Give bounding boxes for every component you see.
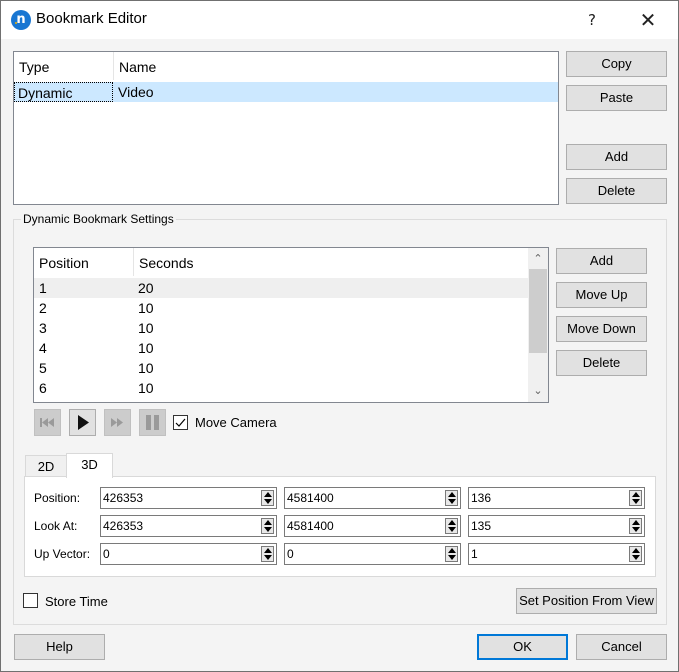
bookmark-row[interactable]: Dynamic Video — [14, 82, 558, 102]
look-at-z-value[interactable]: 135 — [471, 516, 491, 536]
bookmark-list[interactable]: Type Name Dynamic Video — [13, 51, 559, 205]
spin-arrows-icon[interactable] — [445, 546, 458, 562]
up-vector-y-value[interactable]: 0 — [287, 544, 294, 564]
skip-back-icon — [40, 418, 54, 427]
seconds-cell: 10 — [138, 380, 154, 396]
delete-bookmark-button[interactable]: Delete — [566, 178, 667, 204]
bookmark-editor-dialog: n Bookmark Editor ? ✕ Type Name Dynamic … — [0, 0, 679, 672]
look-at-y-field[interactable]: 4581400 — [284, 515, 461, 537]
fast-forward-button[interactable] — [104, 409, 131, 436]
title-bar: n Bookmark Editor ? ✕ — [1, 1, 678, 39]
close-button[interactable]: ✕ — [631, 5, 665, 35]
seconds-cell: 10 — [138, 300, 154, 316]
store-time-checkbox[interactable] — [23, 593, 38, 608]
up-vector-y-field[interactable]: 0 — [284, 543, 461, 565]
column-header-type[interactable]: Type — [14, 52, 114, 80]
position-z-value[interactable]: 136 — [471, 488, 491, 508]
bookmark-list-header: Type Name — [14, 52, 558, 80]
seconds-cell: 10 — [138, 340, 154, 356]
window-title: Bookmark Editor — [36, 10, 147, 27]
move-down-button[interactable]: Move Down — [556, 316, 647, 342]
position-row[interactable]: 6 10 — [34, 378, 528, 398]
dynamic-settings-label: Dynamic Bookmark Settings — [21, 212, 176, 226]
position-cell: 1 — [39, 280, 47, 296]
tab-3d[interactable]: 3D — [66, 453, 113, 478]
bookmark-type-cell: Dynamic — [14, 82, 113, 102]
look-at-x-field[interactable]: 426353 — [100, 515, 277, 537]
fast-forward-icon — [111, 418, 123, 427]
column-header-seconds[interactable]: Seconds — [134, 248, 528, 276]
scroll-up-icon[interactable]: ⌃ — [528, 249, 548, 269]
look-at-label: Look At: — [34, 519, 78, 533]
paste-button[interactable]: Paste — [566, 85, 667, 111]
spin-arrows-icon[interactable] — [629, 546, 642, 562]
position-cell: 2 — [39, 300, 47, 316]
delete-position-button[interactable]: Delete — [556, 350, 647, 376]
store-time-label: Store Time — [45, 594, 108, 609]
seconds-cell: 20 — [138, 280, 154, 296]
move-camera-label: Move Camera — [195, 415, 277, 430]
position-row[interactable]: 4 10 — [34, 338, 528, 358]
up-vector-label: Up Vector: — [34, 547, 91, 561]
scroll-down-icon[interactable]: ⌄ — [528, 381, 548, 401]
position-x-value[interactable]: 426353 — [103, 488, 143, 508]
play-button[interactable] — [69, 409, 96, 436]
position-row[interactable]: 3 10 — [34, 318, 528, 338]
up-vector-x-value[interactable]: 0 — [103, 544, 110, 564]
spin-arrows-icon[interactable] — [261, 546, 274, 562]
seconds-cell: 10 — [138, 360, 154, 376]
scrollbar-thumb[interactable] — [529, 269, 547, 353]
pause-button[interactable] — [139, 409, 166, 436]
column-header-name[interactable]: Name — [114, 52, 558, 80]
up-vector-x-field[interactable]: 0 — [100, 543, 277, 565]
positions-scrollbar[interactable]: ⌃ ⌄ — [528, 248, 548, 402]
play-icon — [78, 415, 89, 430]
spin-arrows-icon[interactable] — [629, 518, 642, 534]
help-question-button[interactable]: ? — [579, 7, 605, 33]
spin-arrows-icon[interactable] — [261, 490, 274, 506]
look-at-y-value[interactable]: 4581400 — [287, 516, 334, 536]
add-position-button[interactable]: Add — [556, 248, 647, 274]
position-y-field[interactable]: 4581400 — [284, 487, 461, 509]
position-y-value[interactable]: 4581400 — [287, 488, 334, 508]
ok-button[interactable]: OK — [477, 634, 568, 660]
position-cell: 4 — [39, 340, 47, 356]
position-row[interactable]: 2 10 — [34, 298, 528, 318]
position-row[interactable]: 1 20 — [34, 278, 528, 298]
cancel-button[interactable]: Cancel — [576, 634, 667, 660]
look-at-z-field[interactable]: 135 — [468, 515, 645, 537]
position-z-field[interactable]: 136 — [468, 487, 645, 509]
checkmark-icon — [175, 418, 186, 427]
position-row[interactable]: 5 10 — [34, 358, 528, 378]
help-button[interactable]: Help — [14, 634, 105, 660]
skip-back-button[interactable] — [34, 409, 61, 436]
bookmark-name-cell: Video — [118, 84, 154, 100]
positions-list[interactable]: Position Seconds 1 20 2 10 3 10 4 10 5 1… — [33, 247, 549, 403]
seconds-cell: 10 — [138, 320, 154, 336]
spin-arrows-icon[interactable] — [261, 518, 274, 534]
spin-arrows-icon[interactable] — [629, 490, 642, 506]
copy-button[interactable]: Copy — [566, 51, 667, 77]
up-vector-z-field[interactable]: 1 — [468, 543, 645, 565]
add-bookmark-button[interactable]: Add — [566, 144, 667, 170]
position-cell: 3 — [39, 320, 47, 336]
spin-arrows-icon[interactable] — [445, 490, 458, 506]
tab-2d[interactable]: 2D — [25, 455, 67, 477]
pause-icon — [146, 415, 159, 430]
look-at-x-value[interactable]: 426353 — [103, 516, 143, 536]
spin-arrows-icon[interactable] — [445, 518, 458, 534]
app-logo-letter: n — [16, 12, 26, 27]
up-vector-z-value[interactable]: 1 — [471, 544, 478, 564]
position-cell: 6 — [39, 380, 47, 396]
app-logo-icon: n — [11, 10, 31, 30]
position-cell: 5 — [39, 360, 47, 376]
position-label: Position: — [34, 491, 81, 505]
set-position-from-view-button[interactable]: Set Position From View — [516, 588, 657, 614]
move-up-button[interactable]: Move Up — [556, 282, 647, 308]
position-x-field[interactable]: 426353 — [100, 487, 277, 509]
column-header-position[interactable]: Position — [34, 248, 134, 276]
positions-list-header: Position Seconds — [34, 248, 548, 276]
move-camera-checkbox[interactable] — [173, 415, 188, 430]
